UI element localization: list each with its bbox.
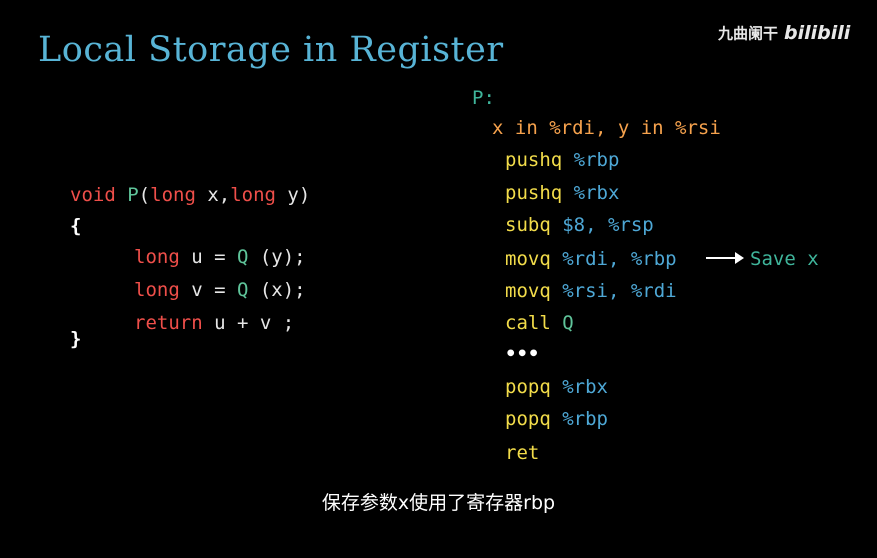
c-expr: u = <box>179 246 237 268</box>
asm-args: %rbx <box>562 182 620 204</box>
c-keyword: long <box>134 246 180 268</box>
c-keyword: long <box>230 184 276 206</box>
asm-op: call <box>505 312 551 334</box>
asm-args: %rsi, %rdi <box>550 280 677 302</box>
asm-line: popq %rbx <box>505 378 608 397</box>
c-paren: ( <box>138 184 151 206</box>
watermark-text: 九曲阑干 <box>718 24 779 43</box>
asm-op: movq <box>505 248 551 270</box>
c-brace-close: } <box>70 328 82 350</box>
asm-args: Q <box>550 312 574 334</box>
right-arrow-icon <box>706 252 744 264</box>
c-expr: (x); <box>248 279 306 301</box>
c-function-name: Q <box>236 246 249 268</box>
c-expr: u + v ; <box>202 312 295 334</box>
asm-args: $8, %rsp <box>550 214 654 236</box>
asm-args: %rbp <box>562 149 620 171</box>
c-param: x, <box>195 184 231 206</box>
asm-line: pushq %rbx <box>505 184 619 203</box>
asm-op: ret <box>505 442 540 464</box>
c-keyword: void <box>70 184 116 206</box>
c-line-return: return u + v ; <box>134 314 294 333</box>
asm-op: pushq <box>505 149 563 171</box>
c-function-name: Q <box>236 279 249 301</box>
asm-op: popq <box>505 408 551 430</box>
video-subtitle: 保存参数x使用了寄存器rbp <box>321 492 556 514</box>
asm-line: popq %rbp <box>505 410 608 429</box>
asm-annotation: Save x <box>750 248 819 270</box>
asm-op: subq <box>505 214 551 236</box>
asm-comment: x in %rdi, y in %rsi <box>492 117 721 139</box>
c-expr: (y); <box>248 246 306 268</box>
asm-op: movq <box>505 280 551 302</box>
asm-line: movq %rsi, %rdi <box>505 282 677 301</box>
c-brace-open: { <box>70 215 82 237</box>
c-keyword: return <box>134 312 203 334</box>
asm-op: pushq <box>505 182 563 204</box>
asm-args: %rbp <box>550 408 608 430</box>
c-keyword: long <box>134 279 180 301</box>
c-line-v: long v = Q (x); <box>134 281 306 300</box>
bilibili-logo-icon: bilibili <box>784 22 851 44</box>
asm-line: ret <box>505 444 539 463</box>
c-function-name: P <box>127 184 139 206</box>
asm-op: popq <box>505 376 551 398</box>
bilibili-watermark: 九曲阑干 bilibili <box>718 22 850 44</box>
c-line-signature: void P(long x,long y) <box>70 186 310 205</box>
assembly-code: P: x in %rdi, y in %rsi pushq %rbp pushq… <box>0 0 819 463</box>
asm-line: subq $8, %rsp <box>505 216 654 235</box>
asm-label: P: <box>472 87 495 109</box>
c-param: y) <box>275 184 311 206</box>
asm-line: call Q <box>505 314 574 333</box>
c-line-u: long u = Q (y); <box>134 248 306 267</box>
asm-line: pushq %rbp <box>505 151 619 170</box>
asm-ellipsis: ••• <box>505 343 540 365</box>
slide-title: Local Storage in Register <box>38 30 504 70</box>
asm-line: movq %rdi, %rbp <box>505 250 677 269</box>
asm-args: %rbx <box>550 376 608 398</box>
c-keyword: long <box>150 184 196 206</box>
c-expr: v = <box>179 279 237 301</box>
asm-args: %rdi, %rbp <box>550 248 677 270</box>
